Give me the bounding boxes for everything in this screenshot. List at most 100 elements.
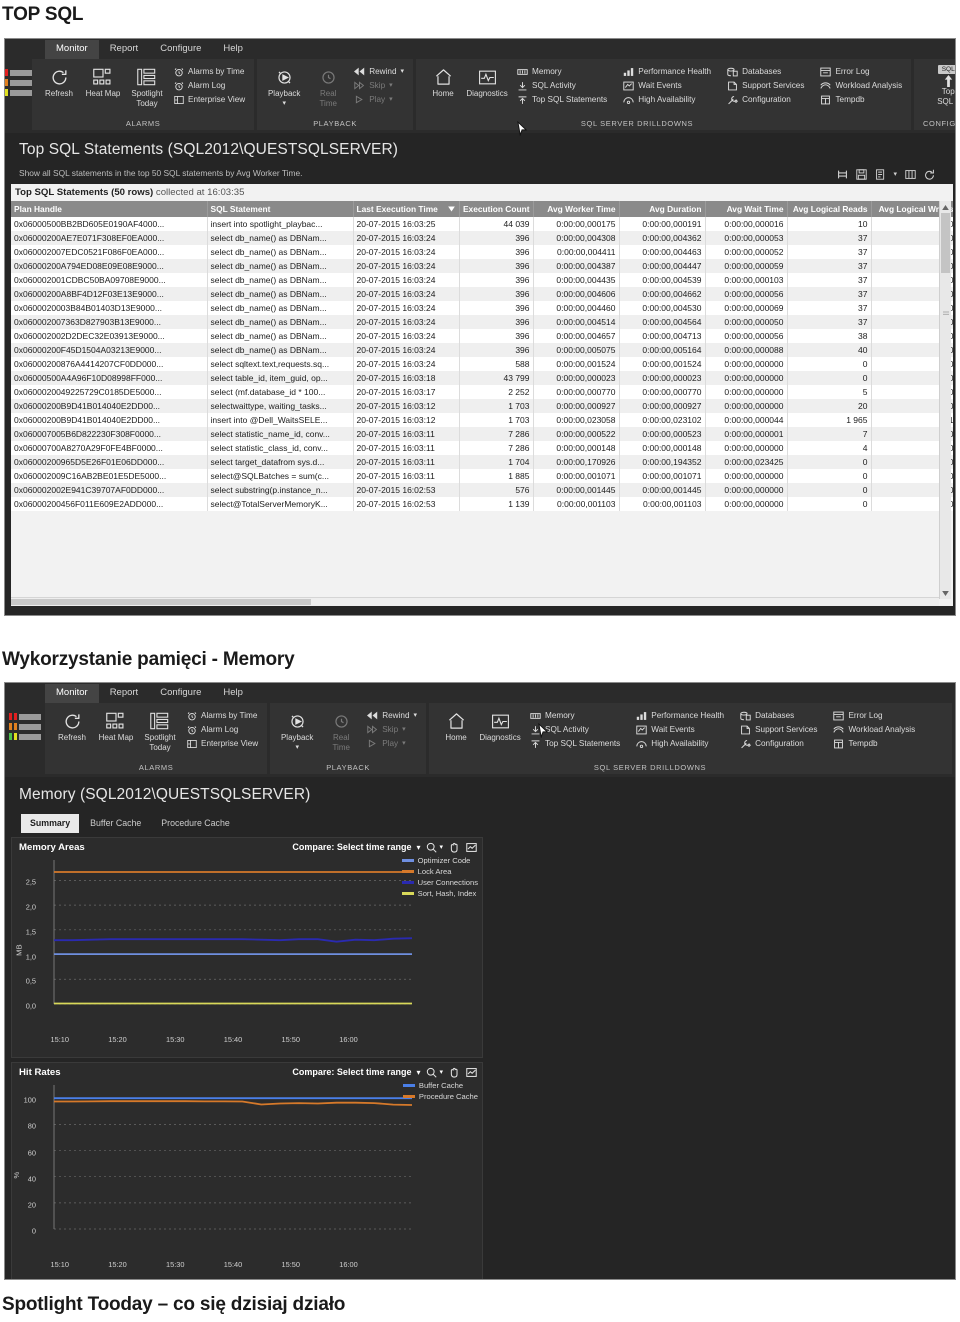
chevron-down-icon[interactable]: ▾ [295, 743, 299, 753]
top-sql-configure-button[interactable]: SQL Top SQL ▾ [914, 63, 956, 106]
home-button[interactable]: Home [435, 707, 477, 743]
column-header-avg-logical-reads[interactable]: Avg Logical Reads [787, 201, 872, 217]
horizontal-scrollbar[interactable] [11, 597, 939, 606]
alarms-by-time-button[interactable]: Alarms by Time [170, 66, 248, 77]
table-row[interactable]: 0x06000200965D5E26F01E06DD000... select t… [11, 455, 953, 469]
menu-item-configure[interactable]: Configure [149, 40, 212, 59]
rewind-button[interactable]: Rewind ▾ [364, 710, 420, 721]
performance-health-button[interactable]: Performance Health [620, 66, 714, 77]
menu-item-help[interactable]: Help [212, 684, 254, 703]
column-header-avg-duration[interactable]: Avg Duration [619, 201, 706, 217]
tab-buffer-cache[interactable]: Buffer Cache [81, 814, 150, 833]
sql-activity-button[interactable]: SQL Activity [527, 724, 623, 735]
table-row[interactable]: 0x060007005B6D822230F308F0000... select s… [11, 427, 953, 441]
wait-events-button[interactable]: Wait Events [620, 80, 714, 91]
table-row[interactable]: 0x06000200A8BF4D12F03E13E9000... select d… [11, 287, 953, 301]
alarms-by-time-button[interactable]: Alarms by Time [183, 710, 261, 721]
tab-summary[interactable]: Summary [21, 814, 80, 833]
chevron-down-icon[interactable]: ▾ [439, 1068, 443, 1076]
legend-item[interactable]: Procedure Cache [402, 1092, 478, 1101]
chevron-down-icon[interactable]: ▾ [282, 99, 286, 109]
heat-map-button[interactable]: Heat Map [82, 63, 124, 99]
tab-procedure-cache[interactable]: Procedure Cache [152, 814, 238, 833]
support-services-button[interactable]: Support Services [737, 724, 820, 735]
skip-button[interactable]: Skip ▾ [364, 724, 420, 735]
menu-item-help[interactable]: Help [212, 40, 254, 59]
sql-activity-button[interactable]: SQL Activity [514, 80, 610, 91]
table-row[interactable]: 0x06000700A8270A29F0FE4BF0000... select s… [11, 441, 953, 455]
menu-item-report[interactable]: Report [99, 684, 150, 703]
chevron-down-icon[interactable]: ▾ [389, 94, 393, 105]
table-row[interactable]: 0x060002002D2DEC32E03913E9000... select d… [11, 329, 953, 343]
table-row[interactable]: 0x06000200F45D1504A03213E9000... select d… [11, 343, 953, 357]
copy-icon[interactable] [874, 168, 886, 180]
find-icon[interactable] [836, 168, 848, 180]
table-row[interactable]: 0x06000200B9D41B014040E2DD00... selectwai… [11, 399, 953, 413]
support-services-button[interactable]: Support Services [724, 80, 807, 91]
chevron-down-icon[interactable]: ▾ [416, 1068, 420, 1077]
chevron-down-icon[interactable]: ▾ [439, 843, 443, 851]
playback-button[interactable]: Playback ▾ [276, 707, 318, 752]
menu-item-report[interactable]: Report [99, 40, 150, 59]
refresh-button[interactable]: Refresh [38, 63, 80, 99]
zoom-icon[interactable] [425, 1066, 437, 1078]
performance-health-button[interactable]: Performance Health [633, 710, 727, 721]
legend-item[interactable]: Lock Area [401, 867, 478, 876]
table-row[interactable]: 0x06000500BB2BD605E0190AF4000... insert i… [11, 217, 953, 231]
refresh-button[interactable]: Refresh [51, 707, 93, 743]
tempdb-button[interactable]: Tempdb [817, 94, 905, 105]
legend-item[interactable]: Sort, Hash, Index [401, 889, 478, 898]
chevron-down-icon[interactable]: ▾ [402, 724, 406, 735]
zoom-icon[interactable] [425, 841, 437, 853]
legend-item[interactable]: Optimizer Code [401, 856, 478, 865]
vertical-scrollbar[interactable] [939, 201, 951, 599]
top-sql-statements-button[interactable]: Top SQL Statements [527, 738, 623, 749]
configuration-button[interactable]: Configuration [737, 738, 820, 749]
table-row[interactable]: 0x060002009C16AB2BE01E5DE5000... select@S… [11, 469, 953, 483]
table-row[interactable]: 0x060002007363D827903B13E9000... select d… [11, 315, 953, 329]
tempdb-button[interactable]: Tempdb [830, 738, 918, 749]
table-row[interactable]: 0x06000200456F011E609E2ADD000... select@T… [11, 497, 953, 511]
column-header-avg-worker-time[interactable]: Avg Worker Time [533, 201, 620, 217]
error-log-button[interactable]: Error Log [830, 710, 918, 721]
table-row[interactable]: 0x06000200A794ED08E09E08E9000... select d… [11, 259, 953, 273]
configuration-button[interactable]: Configuration [724, 94, 807, 105]
column-header-avg-wait-time[interactable]: Avg Wait Time [705, 201, 788, 217]
table-row[interactable]: 0x060002007EDC0521F086F0EA000... select d… [11, 245, 953, 259]
column-header-last-execution-time[interactable]: Last Execution Time [353, 201, 460, 217]
memory-drilldown-button[interactable]: Memory [527, 710, 623, 721]
column-header-plan-handle[interactable]: Plan Handle [11, 201, 208, 217]
chevron-down-icon[interactable]: ▾ [893, 170, 897, 178]
table-row[interactable]: 0x060002002E941C39707AF0DD000... select s… [11, 483, 953, 497]
column-header-execution-count[interactable]: Execution Count [459, 201, 534, 217]
table-row[interactable]: 0x0600020003B84B01403D13E9000... select d… [11, 301, 953, 315]
chevron-down-icon[interactable]: ▾ [402, 738, 406, 749]
columns-icon[interactable] [904, 168, 916, 180]
table-row[interactable]: 0x06000200B9D41B014040E2DD00... insert in… [11, 413, 953, 427]
scrollbar-thumb[interactable] [11, 599, 311, 605]
enterprise-view-button[interactable]: Enterprise View [170, 94, 248, 105]
scrollbar-thumb[interactable] [941, 213, 950, 273]
legend-item[interactable]: Buffer Cache [402, 1081, 478, 1090]
menu-item-monitor[interactable]: Monitor [45, 39, 99, 59]
chart-type-icon[interactable] [465, 1066, 477, 1078]
chevron-down-icon[interactable]: ▾ [416, 843, 420, 852]
pan-icon[interactable] [448, 841, 460, 853]
alarm-log-button[interactable]: Alarm Log [170, 80, 248, 91]
databases-button[interactable]: Databases [724, 66, 807, 77]
spotlight-today-button[interactable]: Spotlight Today [139, 707, 181, 752]
play-button[interactable]: Play ▾ [351, 94, 407, 105]
wait-events-button[interactable]: Wait Events [633, 724, 727, 735]
heat-map-button[interactable]: Heat Map [95, 707, 137, 743]
chevron-down-icon[interactable]: ▾ [955, 97, 956, 106]
pan-icon[interactable] [448, 1066, 460, 1078]
table-row[interactable]: 0x06000500A4A96F10D08998FF000... select t… [11, 371, 953, 385]
spotlight-today-button[interactable]: Spotlight Today [126, 63, 168, 108]
diagnostics-button[interactable]: Diagnostics [479, 707, 521, 743]
menu-item-monitor[interactable]: Monitor [45, 683, 99, 703]
save-icon[interactable] [855, 168, 867, 180]
rewind-button[interactable]: Rewind ▾ [351, 66, 407, 77]
compare-time-range-dropdown[interactable]: Compare: Select time range [292, 842, 411, 852]
play-button[interactable]: Play ▾ [364, 738, 420, 749]
memory-drilldown-button[interactable]: Memory [514, 66, 610, 77]
